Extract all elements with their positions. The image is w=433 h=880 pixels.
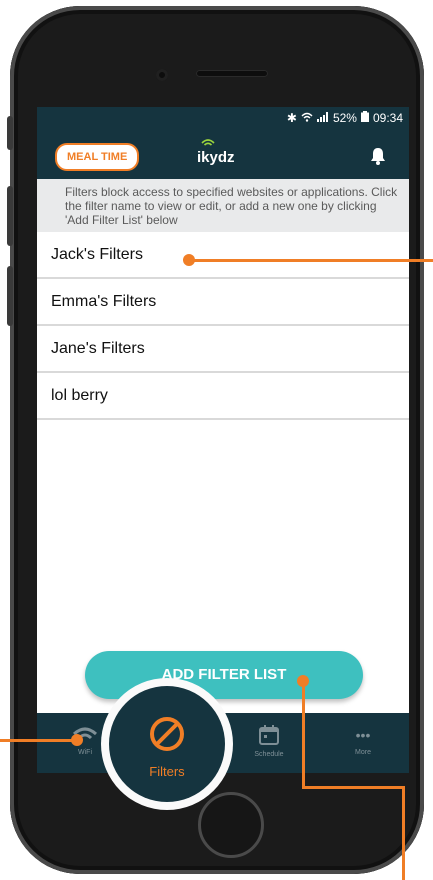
filter-item-jack[interactable]: Jack's Filters [37, 232, 409, 279]
more-icon: ••• [355, 727, 371, 743]
info-text: Filters block access to specified websit… [37, 179, 409, 232]
battery-percent: 52% [332, 111, 357, 125]
front-camera [156, 69, 168, 81]
logo-wifi-icon [201, 135, 215, 152]
mute-switch [7, 116, 13, 150]
tab-more-label: More [355, 749, 371, 756]
filter-item-emma[interactable]: Emma's Filters [37, 279, 409, 326]
calendar-icon [259, 725, 279, 747]
bluetooth-icon: ✱ [286, 111, 297, 125]
callout-line-add-down [402, 786, 405, 880]
wifi-status-icon [301, 111, 313, 125]
clock: 09:34 [372, 111, 403, 125]
callout-line-filter-item [190, 259, 433, 262]
app-logo: ikydz [197, 139, 235, 166]
block-icon [149, 716, 185, 757]
status-bar: ✱ 52% 09:34 [37, 107, 409, 129]
tab-filters[interactable]: Filters [109, 686, 225, 802]
tab-schedule[interactable]: Schedule [239, 725, 299, 758]
signal-icon [316, 111, 329, 125]
app-screen: ✱ 52% 09:34 MEAL TIME ikydz Filters bloc… [37, 107, 409, 773]
callout-line-add-horizontal [302, 786, 405, 789]
app-header: MEAL TIME ikydz [37, 129, 409, 179]
filter-item-lol-berry[interactable]: lol berry [37, 373, 409, 420]
volume-up-button [7, 186, 13, 246]
bell-icon[interactable] [370, 147, 386, 170]
callout-line-wifi [0, 739, 76, 742]
volume-down-button [7, 266, 13, 326]
tab-schedule-label: Schedule [254, 751, 284, 758]
tab-more[interactable]: ••• More [333, 725, 393, 756]
filter-item-jane[interactable]: Jane's Filters [37, 326, 409, 373]
callout-line-add-vertical [302, 680, 305, 788]
tab-filters-label: Filters [149, 764, 185, 779]
meal-time-button[interactable]: MEAL TIME [55, 143, 140, 171]
home-button[interactable] [198, 792, 264, 858]
filters-tab-highlight: Filters [101, 678, 233, 810]
earpiece-speaker [196, 70, 268, 77]
battery-icon [360, 111, 369, 125]
